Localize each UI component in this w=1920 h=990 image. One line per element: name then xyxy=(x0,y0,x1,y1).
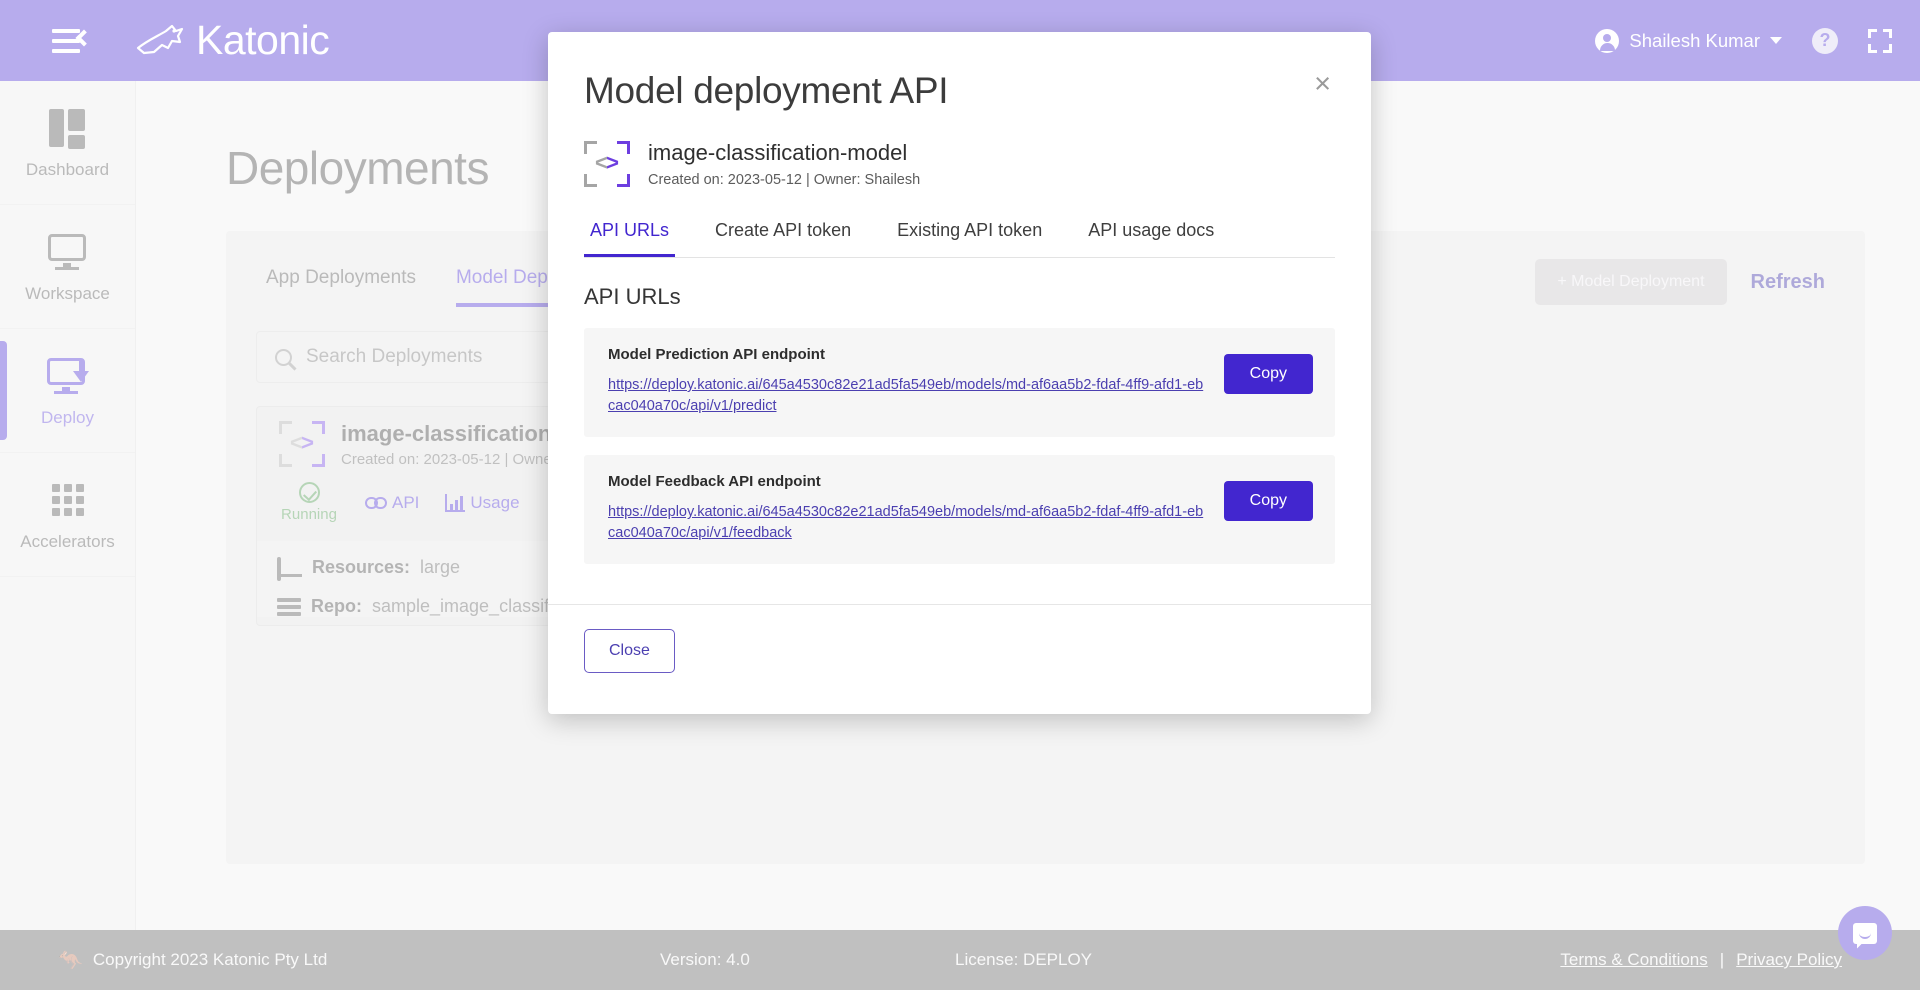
modal-header: Model deployment API × xyxy=(548,32,1371,112)
modal-tabs: API URLs Create API token Existing API t… xyxy=(584,220,1335,258)
app-root: Katonic Shailesh Kumar ? Dashboard Works… xyxy=(0,0,1920,990)
feedback-endpoint-label: Model Feedback API endpoint xyxy=(608,473,821,491)
modal-model-name: image-classification-model xyxy=(648,140,908,165)
close-button[interactable]: Close xyxy=(584,629,675,673)
tab-create-api-token[interactable]: Create API token xyxy=(709,220,857,257)
prediction-endpoint-card: Model Prediction API endpoint https://de… xyxy=(584,328,1335,438)
tab-api-usage-docs[interactable]: API usage docs xyxy=(1082,220,1220,257)
feedback-endpoint-url[interactable]: https://deploy.katonic.ai/645a4530c82e21… xyxy=(608,502,1204,544)
modal-footer: Close xyxy=(548,604,1371,714)
modal-title: Model deployment API xyxy=(584,70,949,111)
feedback-endpoint-card: Model Feedback API endpoint https://depl… xyxy=(584,455,1335,565)
copy-feedback-url-button[interactable]: Copy xyxy=(1223,481,1313,522)
copy-prediction-url-button[interactable]: Copy xyxy=(1223,354,1313,394)
code-brackets-icon: <> xyxy=(584,141,630,187)
modal-model-summary: < > image-classification-model Created on… xyxy=(548,112,1371,188)
tab-api-urls[interactable]: API URLs xyxy=(584,220,676,257)
tab-existing-api-token[interactable]: Existing API token xyxy=(891,220,1048,257)
close-icon[interactable]: × xyxy=(1314,70,1331,99)
prediction-endpoint-label: Model Prediction API endpoint xyxy=(608,346,825,363)
api-urls-section-title: API URLs xyxy=(584,284,681,309)
prediction-endpoint-url[interactable]: https://deploy.katonic.ai/645a4530c82e21… xyxy=(608,375,1204,417)
model-deployment-api-modal: Model deployment API × < > image-classifi… xyxy=(548,32,1371,714)
modal-model-subtitle: Created on: 2023-05-12 | Owner: Shailesh xyxy=(648,172,921,188)
